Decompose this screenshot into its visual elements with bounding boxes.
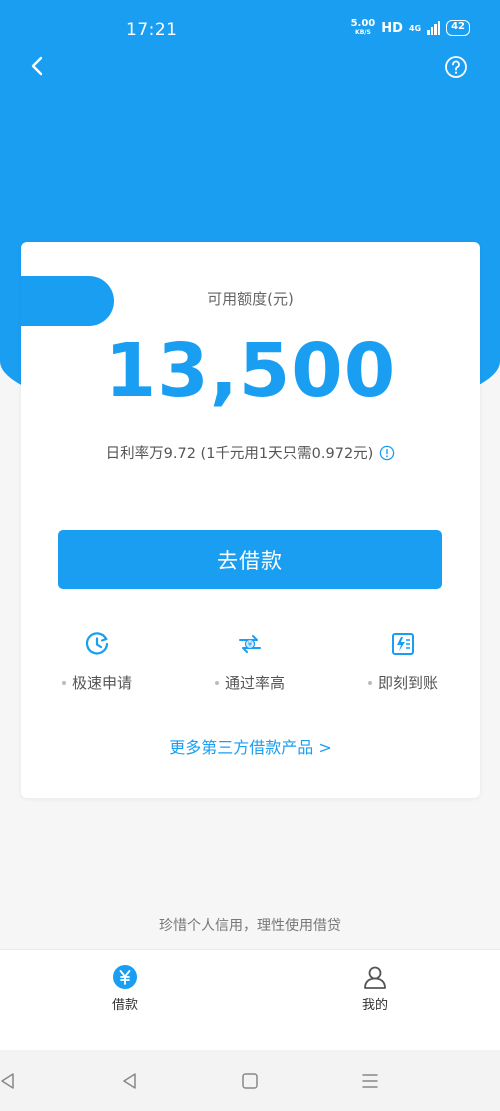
clock-icon bbox=[85, 632, 109, 655]
network-speed: 5.00 KB/S bbox=[351, 19, 376, 37]
credit-slogan: 珍惜个人信用，理性使用借贷 bbox=[159, 918, 341, 934]
back-triangle-icon[interactable] bbox=[120, 1071, 140, 1091]
bottom-tab-bar: 借款 我的 bbox=[0, 949, 500, 1050]
feature-high-approval: ¥ 通过率高 bbox=[190, 630, 310, 693]
available-credit-label: 可用额度(元) bbox=[207, 290, 294, 308]
tab-borrow[interactable]: 借款 bbox=[85, 964, 165, 1013]
feature-instant-arrival: 即刻到账 bbox=[343, 630, 463, 693]
user-icon bbox=[364, 966, 386, 989]
tab-label: 借款 bbox=[111, 998, 138, 1013]
home-square-icon[interactable] bbox=[240, 1071, 260, 1091]
credit-amount: 13,500 bbox=[104, 328, 397, 414]
network-type: 4G bbox=[408, 23, 422, 33]
speed-value: 5.00 bbox=[350, 18, 376, 29]
status-indicators: 5.00 KB/S HD 4G 42 bbox=[351, 19, 470, 37]
bolt-icon bbox=[392, 633, 414, 655]
signal-icon bbox=[427, 21, 441, 35]
borrow-button[interactable]: 去借款 bbox=[58, 530, 442, 589]
feature-label: 极速申请 bbox=[71, 674, 132, 692]
battery-icon: 42 bbox=[446, 20, 470, 36]
more-products-link[interactable]: 更多第三方借款产品 > bbox=[21, 734, 480, 758]
yuan-icon bbox=[113, 965, 137, 989]
status-time: 17:21 bbox=[126, 20, 178, 40]
speed-unit: KB/S bbox=[355, 29, 371, 36]
svg-text:¥: ¥ bbox=[248, 641, 253, 649]
feature-fast-apply: 极速申请 bbox=[37, 630, 157, 693]
exchange-icon: ¥ bbox=[239, 635, 261, 653]
feature-label: 通过率高 bbox=[224, 674, 285, 692]
feature-label: 即刻到账 bbox=[377, 674, 438, 692]
back-arrow-icon[interactable] bbox=[26, 54, 50, 78]
interest-rate-row: 日利率万9.72 (1千元用1天只需0.972元) bbox=[21, 442, 480, 463]
status-bar: 17:21 5.00 KB/S HD 4G 42 bbox=[0, 0, 500, 60]
menu-icon[interactable] bbox=[360, 1071, 380, 1091]
tab-mine[interactable]: 我的 bbox=[335, 964, 415, 1013]
info-icon[interactable] bbox=[379, 445, 395, 461]
back-triangle-icon[interactable] bbox=[0, 1071, 18, 1091]
interest-rate-text: 日利率万9.72 (1千元用1天只需0.972元) bbox=[105, 446, 374, 462]
credit-card-panel: 可用额度(元) 13,500 日利率万9.72 (1千元用1天只需0.972元)… bbox=[21, 242, 480, 798]
feature-list: 极速申请 ¥ 通过率高 即刻到账 bbox=[21, 630, 480, 700]
hd-indicator: HD bbox=[381, 20, 403, 36]
system-navigation-bar bbox=[0, 1050, 500, 1111]
help-icon[interactable] bbox=[444, 55, 468, 79]
tab-label: 我的 bbox=[361, 998, 388, 1013]
